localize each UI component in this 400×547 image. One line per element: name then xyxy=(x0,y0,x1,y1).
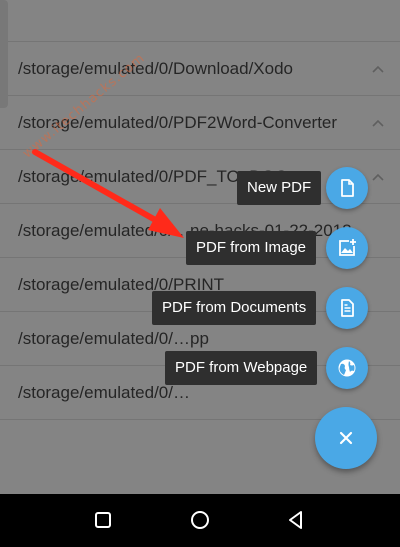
globe-icon xyxy=(338,359,356,377)
new-pdf-button[interactable] xyxy=(326,167,368,209)
recents-icon[interactable] xyxy=(91,508,115,532)
pdf-from-documents-label[interactable]: PDF from Documents xyxy=(152,291,317,325)
pdf-from-image-label[interactable]: PDF from Image xyxy=(186,231,317,265)
speed-dial-close-button[interactable] xyxy=(315,407,377,469)
document-icon xyxy=(341,299,354,317)
close-icon xyxy=(339,431,353,445)
system-nav-bar xyxy=(0,494,400,547)
pdf-from-documents-button[interactable] xyxy=(326,287,368,329)
add-image-icon xyxy=(339,239,356,256)
back-icon[interactable] xyxy=(284,508,308,532)
file-icon xyxy=(341,179,354,197)
home-icon[interactable] xyxy=(188,508,212,532)
pdf-from-webpage-button[interactable] xyxy=(326,347,368,389)
pdf-from-webpage-label[interactable]: PDF from Webpage xyxy=(165,351,318,385)
pdf-from-image-button[interactable] xyxy=(326,227,368,269)
new-pdf-label[interactable]: New PDF xyxy=(237,171,322,205)
